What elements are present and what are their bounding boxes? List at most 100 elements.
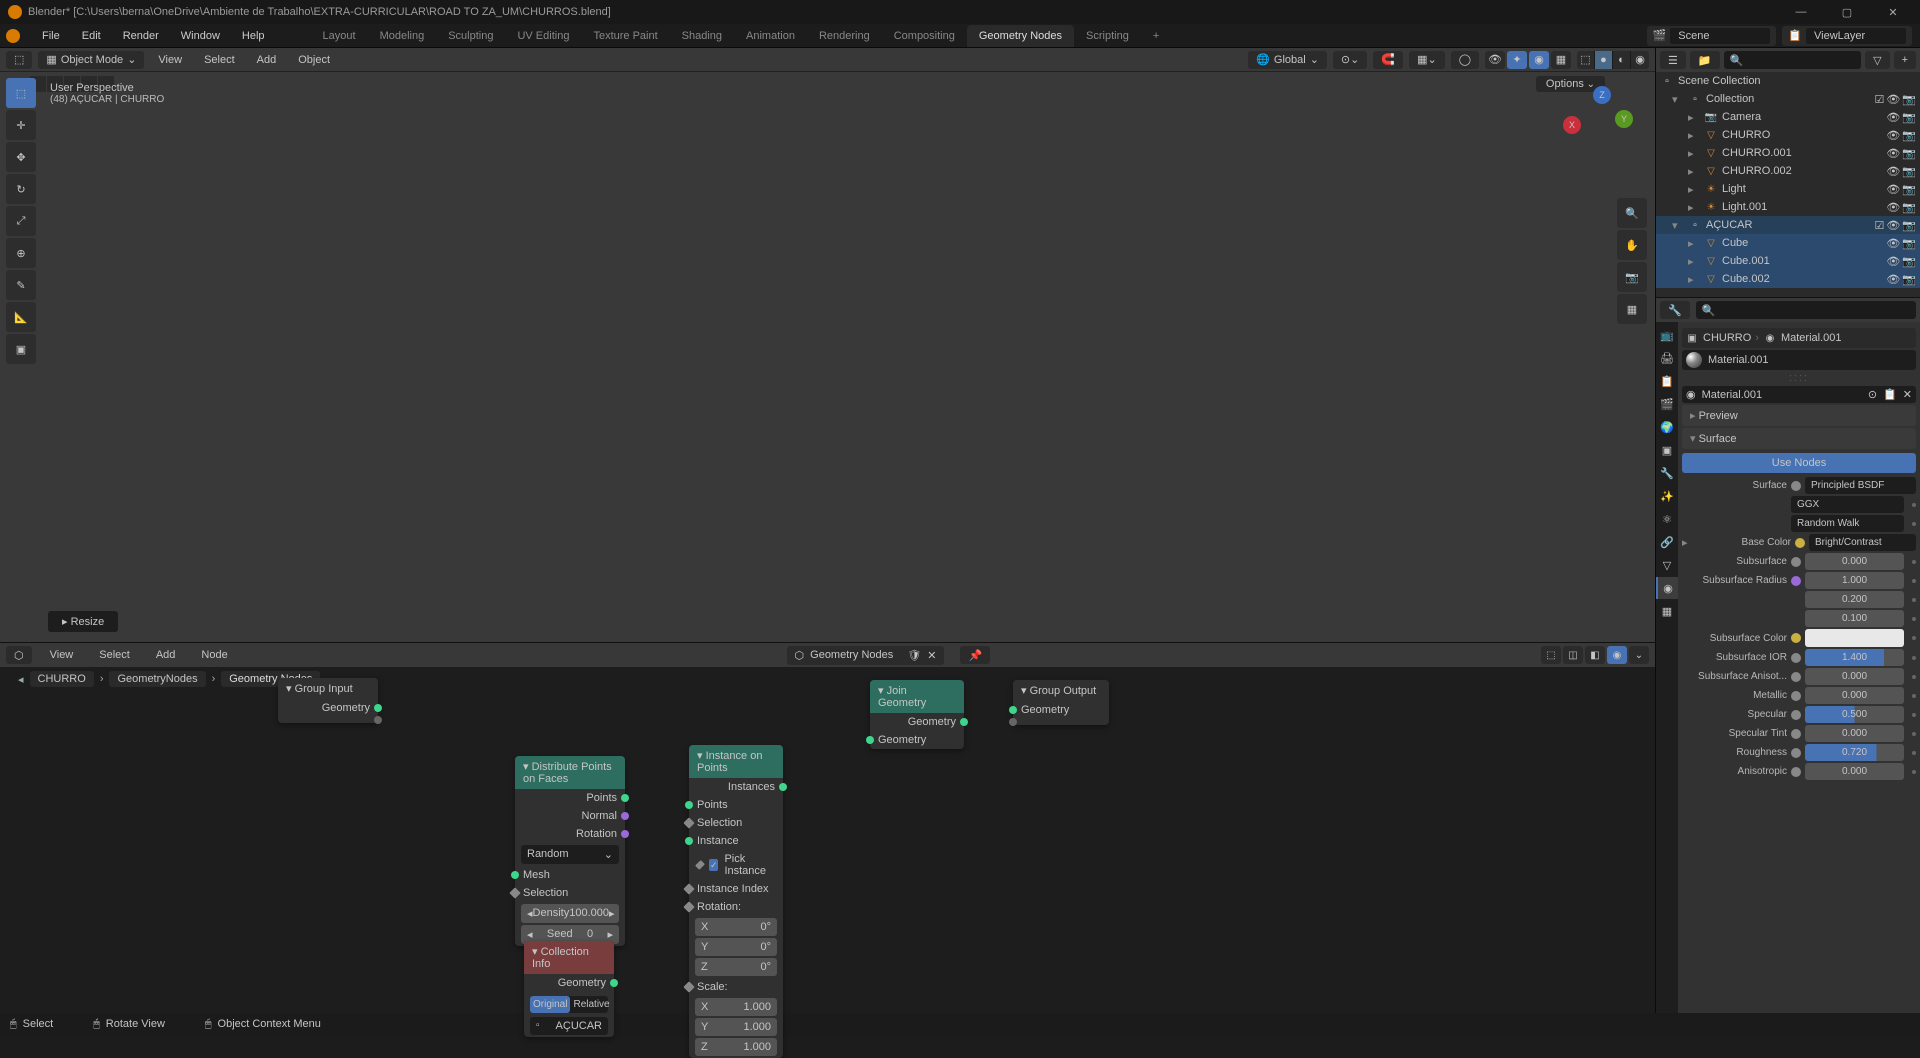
socket-points-in[interactable]: Points <box>689 796 783 814</box>
collection-selector[interactable]: ▫ AÇUCAR <box>530 1017 608 1035</box>
viewlayer-selector[interactable]: 📋 ViewLayer <box>1782 26 1912 46</box>
rot-x[interactable]: X0° <box>695 918 777 936</box>
outliner-item-cube001[interactable]: ▸ ▽ Cube.001 👁📷 <box>1656 252 1920 270</box>
nodetree-name[interactable]: Geometry Nodes <box>810 649 893 661</box>
socket-dot-icon[interactable] <box>1791 557 1801 567</box>
ptab-render[interactable]: 📺 <box>1656 324 1678 346</box>
socket-selection-in[interactable]: Selection <box>689 814 783 832</box>
render-icon[interactable]: 📷 <box>1902 129 1916 142</box>
ne-icon1[interactable]: ⬚ <box>1541 646 1561 664</box>
socket-index-in[interactable]: Instance Index <box>689 880 783 898</box>
unlink-icon[interactable]: ✕ <box>1903 388 1912 401</box>
pick-instance-toggle[interactable]: ✓Pick Instance <box>689 850 783 880</box>
aniso-value[interactable]: 0.000 <box>1805 763 1904 780</box>
socket-geo-out[interactable]: Geometry <box>870 713 964 731</box>
socket-dot-icon[interactable] <box>1795 538 1805 548</box>
outliner-item-churro[interactable]: ▸ ▽ CHURRO 👁📷 <box>1656 126 1920 144</box>
proportional-edit[interactable]: ◯ <box>1451 51 1479 69</box>
socket-instance-in[interactable]: Instance <box>689 832 783 850</box>
panel-preview[interactable]: Preview <box>1682 405 1916 426</box>
surface-shader[interactable]: Principled BSDF <box>1805 477 1916 494</box>
xray-toggle[interactable]: ▦ <box>1551 51 1571 69</box>
menu-window[interactable]: Window <box>171 26 230 46</box>
expand-icon[interactable]: ▾ <box>1672 219 1684 232</box>
snap-toggle[interactable]: 🧲 <box>1373 51 1403 69</box>
ptab-world[interactable]: 🌍 <box>1656 416 1678 438</box>
use-nodes-button[interactable]: Use Nodes <box>1682 453 1916 473</box>
socket-points-out[interactable]: Points <box>515 789 625 807</box>
ptab-scene[interactable]: 🎬 <box>1656 393 1678 415</box>
ptab-object[interactable]: ▣ <box>1656 439 1678 461</box>
specular-value[interactable]: 0.500 <box>1805 706 1904 723</box>
orientation-gizmo[interactable]: Z Y X <box>1563 86 1633 156</box>
socket-dot-icon[interactable] <box>1791 653 1801 663</box>
menu-help[interactable]: Help <box>232 26 275 46</box>
rot-y[interactable]: Y0° <box>695 938 777 956</box>
subsurf-ior-value[interactable]: 1.400 <box>1805 649 1904 666</box>
tab-relative[interactable]: Relative <box>570 996 612 1013</box>
render-icon[interactable]: 📷 <box>1902 147 1916 160</box>
socket-dot-icon[interactable] <box>1791 710 1801 720</box>
gizmo-toggle[interactable]: ✦ <box>1507 51 1527 69</box>
tool-rotate[interactable]: ↻ <box>6 174 36 204</box>
expand-icon[interactable]: ▸ <box>1688 201 1700 214</box>
copy-icon[interactable]: 📋 <box>1883 388 1897 401</box>
ws-layout[interactable]: Layout <box>311 25 368 47</box>
metallic-value[interactable]: 0.000 <box>1805 687 1904 704</box>
socket-extend[interactable] <box>1013 719 1109 725</box>
unlink-icon[interactable]: ✕ <box>927 649 936 662</box>
snap-element[interactable]: ▦⌄ <box>1409 51 1445 69</box>
ws-modeling[interactable]: Modeling <box>368 25 437 47</box>
outliner-item-churro001[interactable]: ▸ ▽ CHURRO.001 👁📷 <box>1656 144 1920 162</box>
ne-icon3[interactable]: ◧ <box>1585 646 1605 664</box>
shading-solid[interactable]: ● <box>1595 51 1613 69</box>
node-distribute-points[interactable]: ▾ Distribute Points on Faces Points Norm… <box>515 756 625 946</box>
subsurf-radius-2[interactable]: 0.100 <box>1805 610 1904 627</box>
expand-icon[interactable]: ▸ <box>1688 255 1700 268</box>
display-mode-icon[interactable]: 📁 <box>1690 51 1720 69</box>
expand-icon[interactable]: ▸ <box>1688 237 1700 250</box>
ws-compositing[interactable]: Compositing <box>882 25 967 47</box>
field-density[interactable]: ◂Density100.000▸ <box>521 904 619 923</box>
outliner-item-light[interactable]: ▸ ☀ Light 👁📷 <box>1656 180 1920 198</box>
ptab-viewlayer[interactable]: 📋 <box>1656 370 1678 392</box>
scene-selector[interactable]: 🎬 Scene <box>1647 26 1777 46</box>
socket-normal-out[interactable]: Normal <box>515 807 625 825</box>
socket-geo-out[interactable]: Geometry <box>524 974 614 992</box>
eye-icon[interactable]: 👁 <box>1886 255 1900 268</box>
last-op-panel[interactable]: ▸ Resize <box>48 611 118 632</box>
node-tree-selector[interactable]: ⬡ Geometry Nodes 🛡 ✕ <box>787 646 945 665</box>
tab-original[interactable]: Original <box>530 996 570 1013</box>
pivot-selector[interactable]: ⊙⌄ <box>1333 51 1367 69</box>
eye-icon[interactable]: 👁 <box>1886 93 1900 106</box>
node-group-output[interactable]: ▾ Group Output Geometry <box>1013 680 1109 725</box>
menu-render[interactable]: Render <box>113 26 169 46</box>
ws-texpaint[interactable]: Texture Paint <box>581 25 669 47</box>
props-type-icon[interactable]: 🔧 <box>1660 301 1690 319</box>
socket-rotation-out[interactable]: Rotation <box>515 825 625 843</box>
node-collection-info[interactable]: ▾ Collection Info Geometry Original Rela… <box>524 941 614 1037</box>
socket-dot-icon[interactable] <box>1791 748 1801 758</box>
socket-extend[interactable] <box>278 717 378 723</box>
browse-icon[interactable]: ⊙ <box>1868 388 1877 401</box>
render-icon[interactable]: 📷 <box>1902 111 1916 124</box>
ne-overlays-icon[interactable]: ◉ <box>1607 646 1627 664</box>
eye-icon[interactable]: 👁 <box>1886 237 1900 250</box>
render-icon[interactable]: 📷 <box>1902 237 1916 250</box>
selectability-icon[interactable]: 👁 <box>1485 51 1505 69</box>
scale-y[interactable]: Y1.000 <box>695 1018 777 1036</box>
scale-z[interactable]: Z1.000 <box>695 1038 777 1056</box>
distribution-select[interactable]: GGX <box>1791 496 1904 513</box>
scale-x[interactable]: X1.000 <box>695 998 777 1016</box>
3d-viewport[interactable]: ⬚ ▦ Object Mode ⌄ View Select Add Object… <box>0 48 1655 643</box>
close-button[interactable]: ✕ <box>1874 3 1912 21</box>
subsurf-aniso-value[interactable]: 0.000 <box>1805 668 1904 685</box>
outliner-item-churro002[interactable]: ▸ ▽ CHURRO.002 👁📷 <box>1656 162 1920 180</box>
socket-dot-icon[interactable] <box>1791 729 1801 739</box>
socket-geo-in[interactable]: Geometry <box>870 731 964 749</box>
ptab-output[interactable]: 🖨 <box>1656 347 1678 369</box>
checkbox-icon[interactable]: ☑ <box>1874 93 1884 106</box>
nav-persp-icon[interactable]: ▦ <box>1617 294 1647 324</box>
eye-icon[interactable]: 👁 <box>1886 183 1900 196</box>
socket-selection-in[interactable]: Selection <box>515 884 625 902</box>
